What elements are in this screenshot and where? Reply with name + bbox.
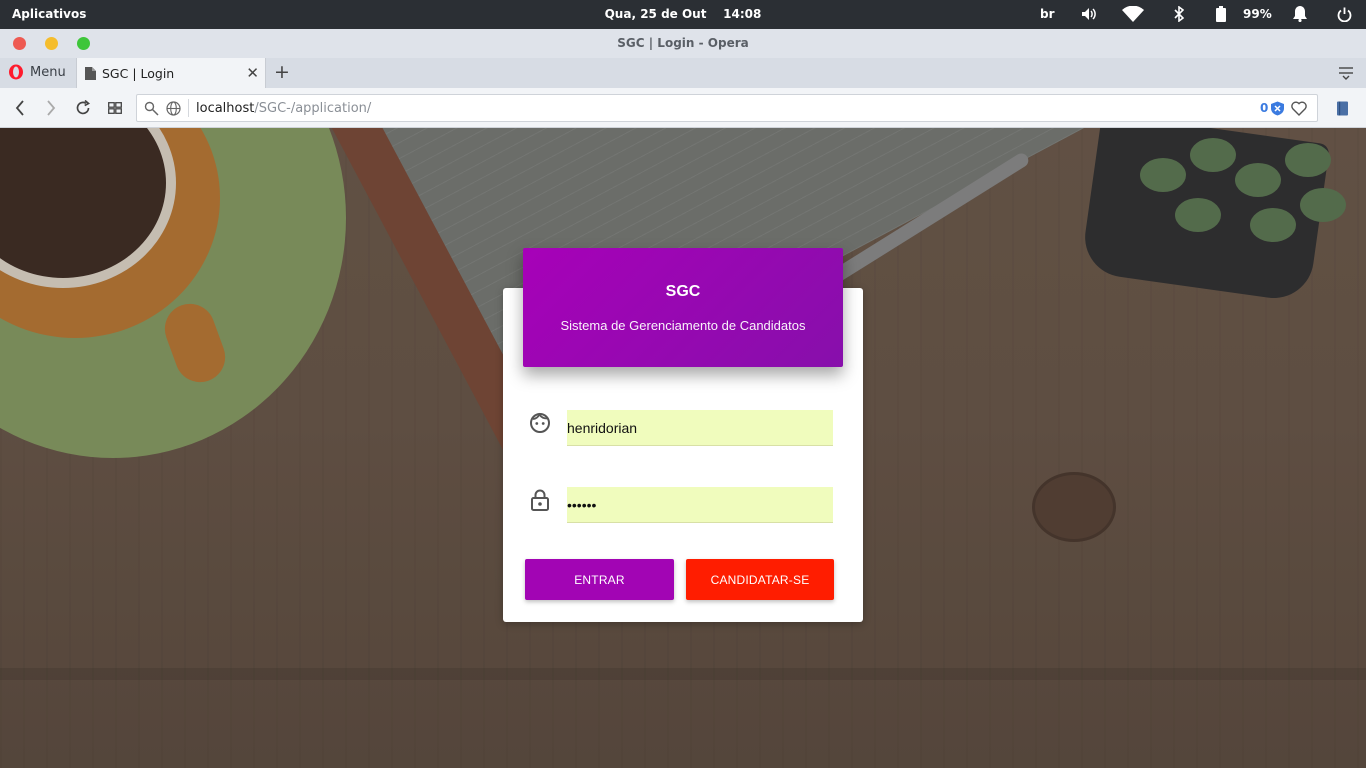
enter-button[interactable]: ENTRAR [525,559,674,600]
user-face-icon [528,411,552,435]
login-header: SGC Sistema de Gerenciamento de Candidat… [523,248,843,367]
lock-icon [528,488,552,512]
forward-button[interactable] [41,98,61,118]
speed-dial-button[interactable] [105,98,125,118]
url-path: /SGC-/application/ [254,101,372,116]
clock-time[interactable]: 14:08 [723,7,761,21]
ad-block-count: 0 [1260,101,1269,115]
close-window-button[interactable] [13,37,26,50]
arrow-right-icon [47,100,56,116]
keyboard-layout-indicator[interactable]: br [1040,7,1055,21]
wifi-icon[interactable] [1122,5,1144,23]
back-button[interactable] [10,98,30,118]
app-subtitle: Sistema de Gerenciamento de Candidatos [560,318,806,333]
arrow-left-icon [15,100,24,116]
globe-icon[interactable] [166,101,181,120]
opera-logo-icon [9,64,23,80]
password-input[interactable] [567,487,833,523]
ad-blocker-shield-icon[interactable] [1270,101,1285,120]
power-icon[interactable] [1335,5,1353,23]
battery-percentage: 99% [1243,7,1272,21]
volume-icon[interactable] [1080,5,1098,23]
bluetooth-icon[interactable] [1170,5,1188,23]
grid-icon [108,102,122,114]
maximize-window-button[interactable] [77,37,90,50]
search-key-icon[interactable] [144,101,159,120]
url-host: localhost [196,101,255,116]
page-viewport: SGC Sistema de Gerenciamento de Candidat… [0,128,1366,768]
notifications-icon[interactable] [1291,5,1309,23]
clock: Qua, 25 de Out 14:08 [0,7,1366,21]
applications-menu[interactable]: Aplicativos [12,7,86,21]
reload-button[interactable] [73,98,93,118]
reload-icon [76,100,91,115]
tab-bar: Menu SGC | Login ✕ + [0,58,1366,88]
close-tab-icon[interactable]: ✕ [246,64,259,82]
navigation-bar: localhost/SGC-/application/ 0 [0,88,1366,128]
tab-title: SGC | Login [102,65,175,81]
window-title-bar: SGC | Login - Opera [0,29,1366,58]
apply-button[interactable]: CANDIDATAR-SE [686,559,834,600]
page-icon [85,66,96,80]
address-bar-divider [188,99,189,117]
tab-menu-icon[interactable] [1338,65,1354,84]
system-top-bar: Aplicativos Qua, 25 de Out 14:08 br 99% [0,0,1366,29]
tab-sgc-login[interactable]: SGC | Login ✕ [76,58,266,88]
minimize-window-button[interactable] [45,37,58,50]
username-input[interactable] [567,410,833,446]
battery-icon[interactable] [1216,5,1226,23]
window-title: SGC | Login - Opera [617,36,749,50]
clock-date[interactable]: Qua, 25 de Out [605,7,707,21]
app-title: SGC [665,283,701,300]
opera-menu-button[interactable]: Menu [8,64,66,80]
address-bar[interactable]: localhost/SGC-/application/ 0 [136,94,1318,122]
bookmark-heart-icon[interactable] [1291,101,1307,120]
opera-menu-label: Menu [30,64,66,80]
new-tab-button[interactable]: + [274,61,290,83]
sidebar-bookmarks-icon[interactable] [1332,98,1352,118]
url-text[interactable]: localhost/SGC-/application/ [196,101,371,116]
